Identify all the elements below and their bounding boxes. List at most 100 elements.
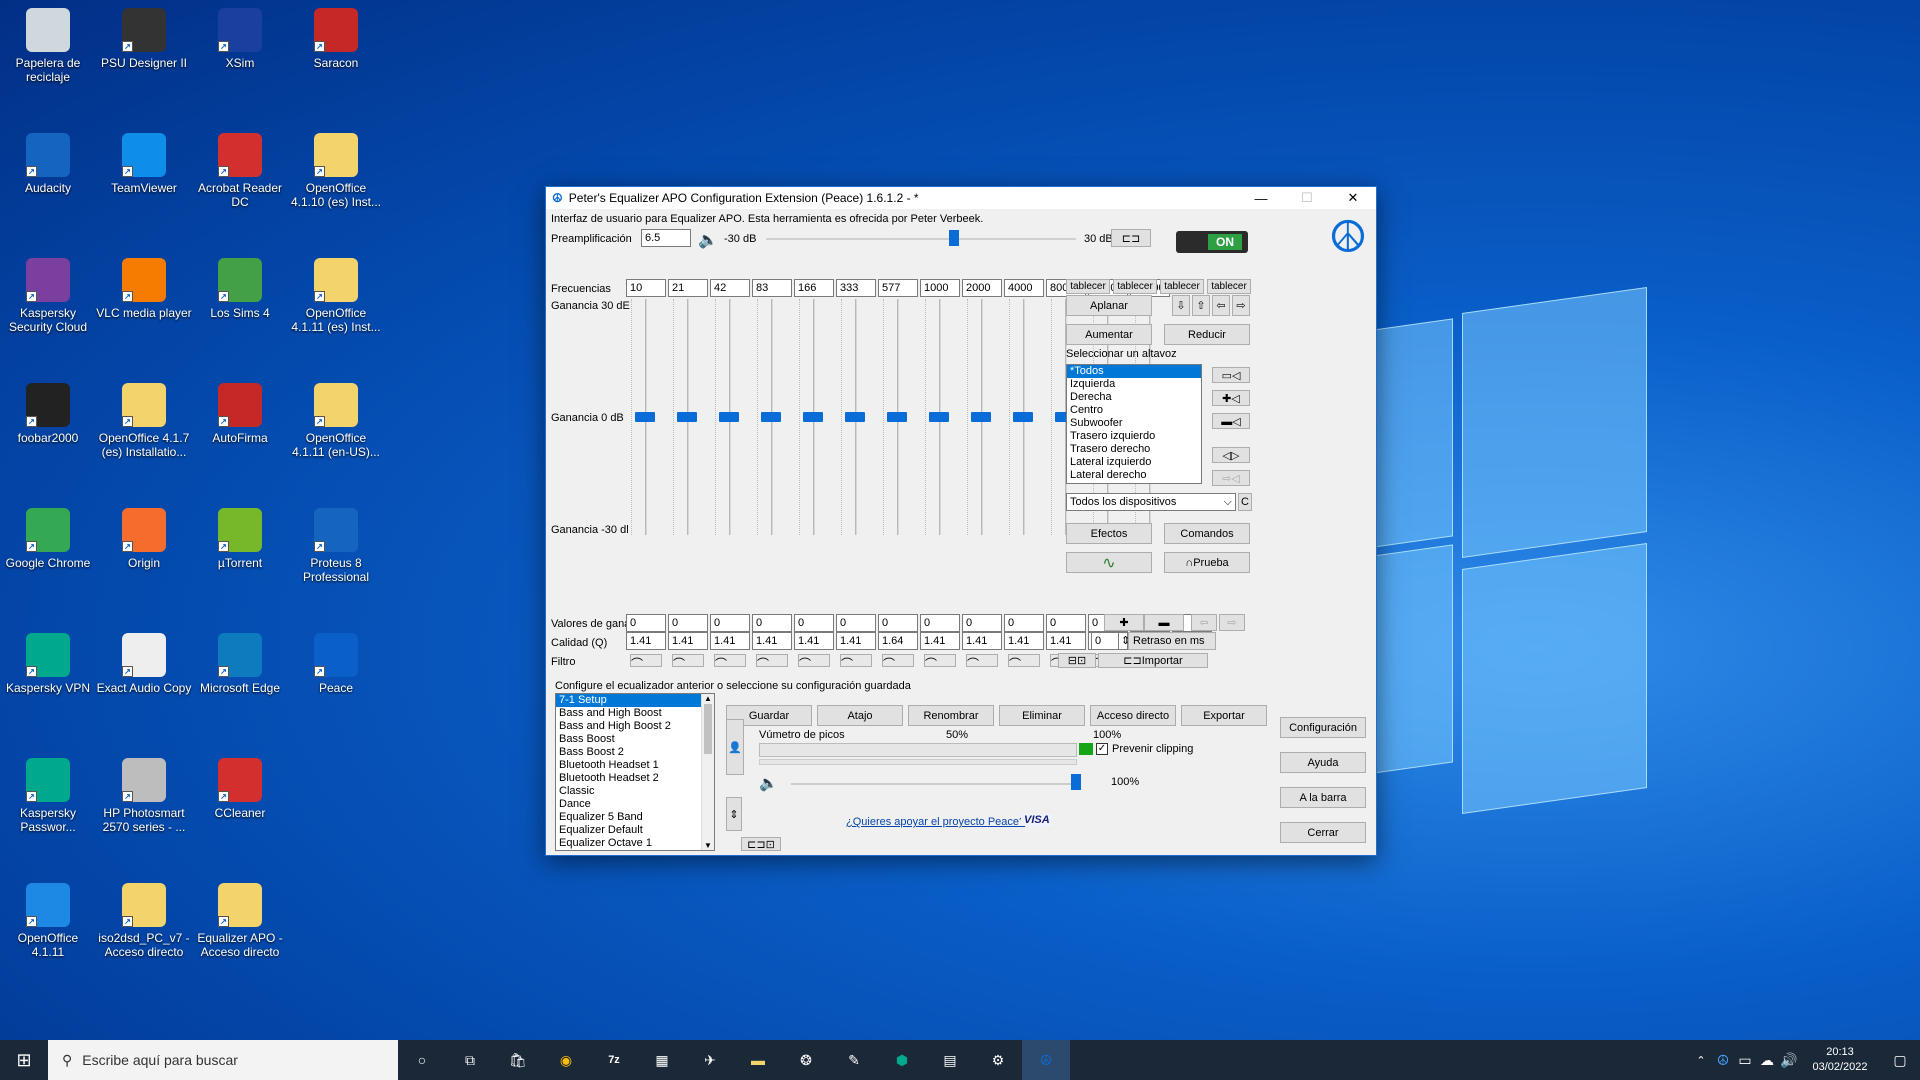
frequency-input[interactable]: 42 <box>710 279 750 297</box>
scroll-down-icon[interactable]: ▼ <box>702 841 714 850</box>
device-c-button[interactable]: C <box>1238 493 1252 511</box>
title-bar[interactable]: ☮ Peter's Equalizer APO Configuration Ext… <box>546 187 1376 209</box>
preset-item[interactable]: Bluetooth Headset 2 <box>556 772 714 785</box>
speaker-item[interactable]: Trasero derecho <box>1067 443 1201 456</box>
graph-button[interactable]: ∿ <box>1066 552 1152 573</box>
desktop-icon[interactable]: ↗ Microsoft Edge <box>192 633 288 695</box>
speaker-icon[interactable]: 🔈 <box>698 230 718 250</box>
close-button[interactable]: ✕ <box>1330 187 1376 209</box>
onedrive-icon[interactable]: ☁ <box>1756 1040 1778 1080</box>
desktop-icon[interactable]: ↗ XSim <box>192 8 288 70</box>
band-slider-thumb[interactable] <box>719 412 739 422</box>
preset-action-button[interactable]: Eliminar <box>999 705 1085 726</box>
preamp-link-button[interactable]: ⊏⊐ <box>1111 229 1151 247</box>
band-tab-button[interactable]: tablecer <box>1066 279 1110 294</box>
speaker-mode-3-button[interactable]: ▬◁ <box>1212 413 1250 429</box>
q-value-input[interactable]: 1.41 <box>626 632 666 650</box>
speaker-swap-button[interactable]: ◁▷ <box>1212 447 1250 463</box>
speaker-item[interactable]: Lateral izquierdo <box>1067 456 1201 469</box>
volume-slider-track[interactable] <box>791 783 1081 785</box>
desktop-icon[interactable]: ↗ PSU Designer II <box>96 8 192 70</box>
filter-type-icon[interactable]: ⌒ <box>672 654 704 671</box>
desktop-icon[interactable]: ↗ Saracon <box>288 8 384 70</box>
kaspersky-taskbar-icon[interactable]: ⬢ <box>878 1040 926 1080</box>
speaker-item[interactable]: Subwoofer <box>1067 417 1201 430</box>
network-icon[interactable]: ▭ <box>1734 1040 1756 1080</box>
speaker-item[interactable]: Izquierda <box>1067 378 1201 391</box>
preset-item[interactable]: Bluetooth Headset 1 <box>556 759 714 772</box>
side-button[interactable]: Ayuda <box>1280 752 1366 773</box>
band-slider-thumb[interactable] <box>1013 412 1033 422</box>
tray-peace-icon[interactable]: ☮ <box>1712 1040 1734 1080</box>
start-windows-icon[interactable]: ⊞ <box>0 1040 48 1080</box>
desktop-icon[interactable]: ↗ Kaspersky VPN <box>0 633 96 695</box>
q-value-input[interactable]: 1.41 <box>962 632 1002 650</box>
filter-type-icon[interactable]: ⌒ <box>882 654 914 671</box>
preset-list[interactable]: 7-1 Setup Bass and High Boost Bass and Hig… <box>555 693 715 851</box>
speaker-list[interactable]: *Todos Izquierda Derecha Centro Subwoofer Tra… <box>1066 364 1202 484</box>
preset-action-button[interactable]: Atajo <box>817 705 903 726</box>
app-taskbar-icon[interactable]: ✈ <box>686 1040 734 1080</box>
preset-item[interactable]: Dance <box>556 798 714 811</box>
desktop-icon[interactable]: ↗ Acrobat Reader DC <box>192 133 288 209</box>
arrow-left-button[interactable]: ⇦ <box>1212 295 1230 316</box>
desktop-icon[interactable]: ↗ Audacity <box>0 133 96 195</box>
desktop-icon[interactable]: ↗ Los Sims 4 <box>192 258 288 320</box>
speaker-link-button[interactable]: ⇨◁ <box>1212 470 1250 486</box>
desktop-icon[interactable]: ↗ Equalizer APO - Acceso directo <box>192 883 288 959</box>
maximize-button[interactable]: ☐ <box>1284 187 1330 209</box>
filter-type-icon[interactable]: ⌒ <box>840 654 872 671</box>
band-slider-thumb[interactable] <box>803 412 823 422</box>
desktop-icon[interactable]: ↗ Proteus 8 Professional <box>288 508 384 584</box>
files-taskbar-icon[interactable]: ▤ <box>926 1040 974 1080</box>
figure-icon[interactable]: 👤 <box>726 719 744 775</box>
prevent-clip-checkbox[interactable]: ✓ <box>1096 743 1108 755</box>
task-view-icon[interactable]: ⧉ <box>446 1040 494 1080</box>
preset-item[interactable]: Equalizer Default <box>556 824 714 837</box>
volume-speaker-icon[interactable]: 🔈 <box>759 774 778 792</box>
filter-type-icon[interactable]: ⌒ <box>756 654 788 671</box>
calculator-taskbar-icon[interactable]: ▦ <box>638 1040 686 1080</box>
preamp-input[interactable]: 6.5 <box>641 229 691 247</box>
chrome-taskbar-icon[interactable]: ◉ <box>542 1040 590 1080</box>
desktop-icon[interactable]: ↗ TeamViewer <box>96 133 192 195</box>
frequency-input[interactable]: 2000 <box>962 279 1002 297</box>
frequency-input[interactable]: 1000 <box>920 279 960 297</box>
side-button[interactable]: Cerrar <box>1280 822 1366 843</box>
scroll-up-icon[interactable]: ▲ <box>702 694 714 703</box>
desktop-icon[interactable]: ↗ OpenOffice 4.1.7 (es) Installatio... <box>96 383 192 459</box>
frequency-input[interactable]: 21 <box>668 279 708 297</box>
notification-icon[interactable]: ▢ <box>1880 1040 1920 1080</box>
clock[interactable]: 20:13 03/02/2022 <box>1800 1045 1880 1075</box>
frequency-input[interactable]: 4000 <box>1004 279 1044 297</box>
gain-value-input[interactable]: 0 <box>794 614 834 632</box>
test-button[interactable]: ∩ Prueba <box>1164 552 1250 573</box>
increase-button[interactable]: Aumentar <box>1066 324 1152 345</box>
band-slider-thumb[interactable] <box>677 412 697 422</box>
filter-type-icon[interactable]: ⌒ <box>630 654 662 671</box>
band-slider-thumb[interactable] <box>929 412 949 422</box>
filter-type-icon[interactable]: ⌒ <box>714 654 746 671</box>
band-slider-thumb[interactable] <box>971 412 991 422</box>
minimize-button[interactable]: — <box>1238 187 1284 209</box>
gain-value-input[interactable]: 0 <box>836 614 876 632</box>
desktop-icon[interactable]: ↗ OpenOffice 4.1.11 <box>0 883 96 959</box>
support-link[interactable]: ¿Quieres apoyar el proyecto Peace? <box>846 816 1025 828</box>
notepad-icon[interactable]: ✎ <box>830 1040 878 1080</box>
speaker-item[interactable]: Derecha <box>1067 391 1201 404</box>
gain-value-input[interactable]: 0 <box>626 614 666 632</box>
filter-type-icon[interactable]: ⌒ <box>966 654 998 671</box>
gain-value-input[interactable]: 0 <box>710 614 750 632</box>
band-slider-thumb[interactable] <box>635 412 655 422</box>
band-left-button[interactable]: ⇦ <box>1191 614 1217 631</box>
speaker-item[interactable]: Centro <box>1067 404 1201 417</box>
store-icon[interactable]: 🛍 <box>494 1040 542 1080</box>
arrow-down-button[interactable]: ⇩ <box>1172 295 1190 316</box>
scroll-thumb[interactable] <box>704 704 712 754</box>
volume-icon[interactable]: 🔊 <box>1778 1040 1800 1080</box>
band-tab-button[interactable]: tablecer <box>1207 279 1251 294</box>
side-button[interactable]: Configuración <box>1280 717 1366 738</box>
preset-item[interactable]: Classic <box>556 785 714 798</box>
speaker-item[interactable]: Trasero izquierdo <box>1067 430 1201 443</box>
desktop-icon[interactable]: ↗ iso2dsd_PC_v7 - Acceso directo <box>96 883 192 959</box>
